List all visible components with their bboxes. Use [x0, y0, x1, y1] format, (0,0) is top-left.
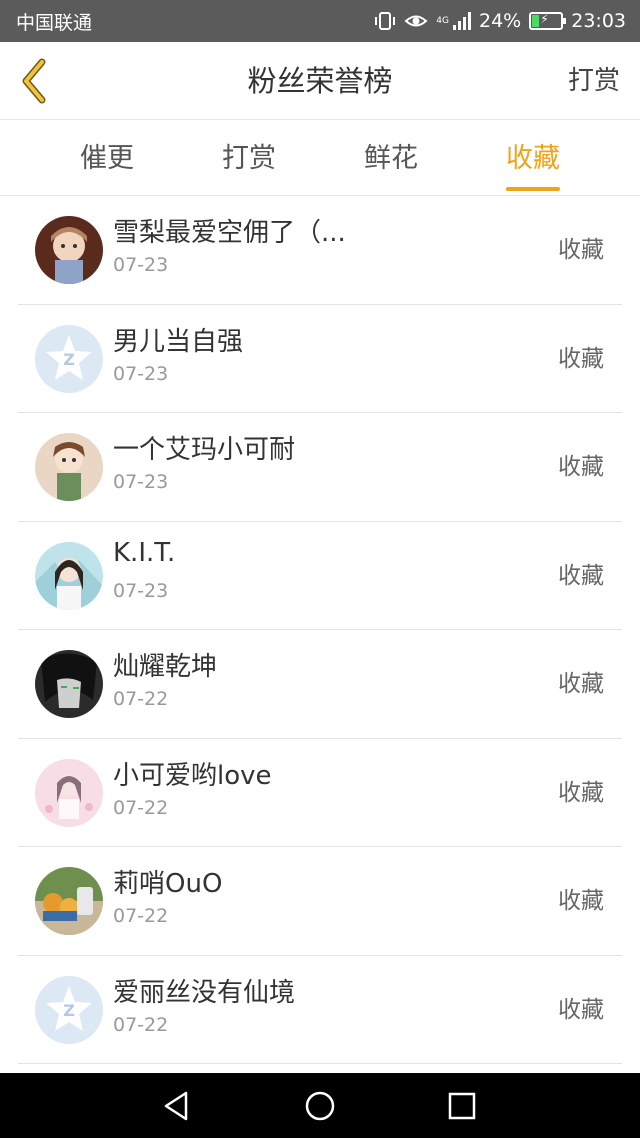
avatar[interactable]: Z	[35, 975, 103, 1044]
avatar[interactable]	[35, 433, 103, 501]
avatar[interactable]	[35, 650, 103, 718]
tab-bar: 催更 打赏 鲜花 收藏	[0, 121, 640, 196]
list-item[interactable]: Z 男儿当自强 07-23 收藏	[18, 305, 622, 413]
fan-list: 雪梨最爱空佣了（... 07-23 收藏 Z 男儿当自强 07-23 收藏 一个…	[0, 196, 640, 1064]
battery-icon: ⚡	[529, 12, 567, 30]
action-label: 收藏	[558, 996, 604, 1023]
action-label: 收藏	[558, 562, 604, 589]
action-label: 收藏	[558, 454, 604, 480]
status-icons: 4G 24% ⚡ 23:03	[374, 10, 626, 32]
status-bar: 中国联通 4G 24% ⚡ 23:03	[0, 0, 640, 42]
signal-icon	[453, 12, 471, 30]
avatar[interactable]	[35, 541, 103, 610]
action-label: 收藏	[558, 888, 604, 914]
avatar[interactable]	[35, 758, 103, 827]
list-item[interactable]: 灿耀乾坤 07-22 收藏	[18, 630, 622, 739]
tab-label: 催更	[80, 143, 134, 174]
action-label: 收藏	[558, 779, 604, 806]
fan-name: 灿耀乾坤	[113, 652, 218, 682]
list-item[interactable]: 莉哨OuO 07-22 收藏	[18, 847, 622, 956]
carrier-label: 中国联通	[16, 11, 93, 34]
avatar[interactable]	[35, 216, 103, 284]
app-header: 粉丝荣誉榜 打赏	[0, 42, 640, 120]
tab-label: 打赏	[222, 143, 276, 174]
battery-percent: 24%	[479, 10, 522, 32]
fan-date: 07-23	[113, 579, 169, 602]
fan-name: 雪梨最爱空佣了（...	[113, 218, 346, 248]
list-item[interactable]: 小可爱哟love 07-22 收藏	[18, 739, 622, 847]
reward-button[interactable]: 打赏	[568, 42, 620, 120]
tab-label: 收藏	[506, 143, 560, 174]
tab-urge[interactable]: 催更	[62, 121, 152, 196]
fan-date: 07-23	[113, 362, 169, 385]
eye-icon	[404, 12, 428, 30]
fan-name: 爱丽丝没有仙境	[113, 977, 296, 1008]
back-triangle-icon[interactable]	[160, 1089, 194, 1123]
avatar[interactable]: Z	[35, 324, 103, 393]
active-tab-indicator	[506, 187, 560, 191]
clock: 23:03	[571, 10, 626, 32]
navigation-bar	[0, 1073, 640, 1138]
recents-square-icon[interactable]	[445, 1089, 479, 1123]
list-item[interactable]: K.I.T. 07-23 收藏	[18, 522, 622, 630]
fan-date: 07-23	[113, 471, 169, 493]
fan-date: 07-22	[113, 688, 169, 710]
action-label: 收藏	[558, 345, 604, 372]
fan-name: K.I.T.	[113, 537, 176, 568]
vibrate-icon	[374, 11, 396, 31]
page-title: 粉丝荣誉榜	[247, 64, 393, 98]
action-label: 收藏	[558, 671, 604, 697]
fan-date: 07-22	[113, 905, 169, 927]
list-item[interactable]: Z 爱丽丝没有仙境 07-22 收藏	[18, 956, 622, 1064]
list-item[interactable]: 雪梨最爱空佣了（... 07-23 收藏	[18, 196, 622, 305]
fan-name: 一个艾玛小可耐	[113, 435, 296, 465]
fan-date: 07-22	[113, 1013, 169, 1036]
tab-favorites[interactable]: 收藏	[488, 121, 578, 196]
avatar[interactable]	[35, 867, 103, 935]
action-label: 收藏	[558, 237, 604, 263]
tab-label: 鲜花	[364, 143, 418, 174]
fan-name: 莉哨OuO	[113, 869, 223, 899]
fan-name: 小可爱哟love	[113, 760, 272, 791]
svg-text:Z: Z	[63, 1001, 75, 1020]
network-type-label: 4G	[436, 15, 449, 26]
fan-date: 07-22	[113, 796, 169, 819]
home-circle-icon[interactable]	[303, 1089, 337, 1123]
svg-text:Z: Z	[63, 350, 75, 369]
fan-name: 男儿当自强	[113, 326, 244, 357]
tab-reward[interactable]: 打赏	[204, 121, 294, 196]
list-item[interactable]: 一个艾玛小可耐 07-23 收藏	[18, 413, 622, 522]
fan-date: 07-23	[113, 254, 169, 276]
tab-flowers[interactable]: 鲜花	[346, 121, 436, 196]
